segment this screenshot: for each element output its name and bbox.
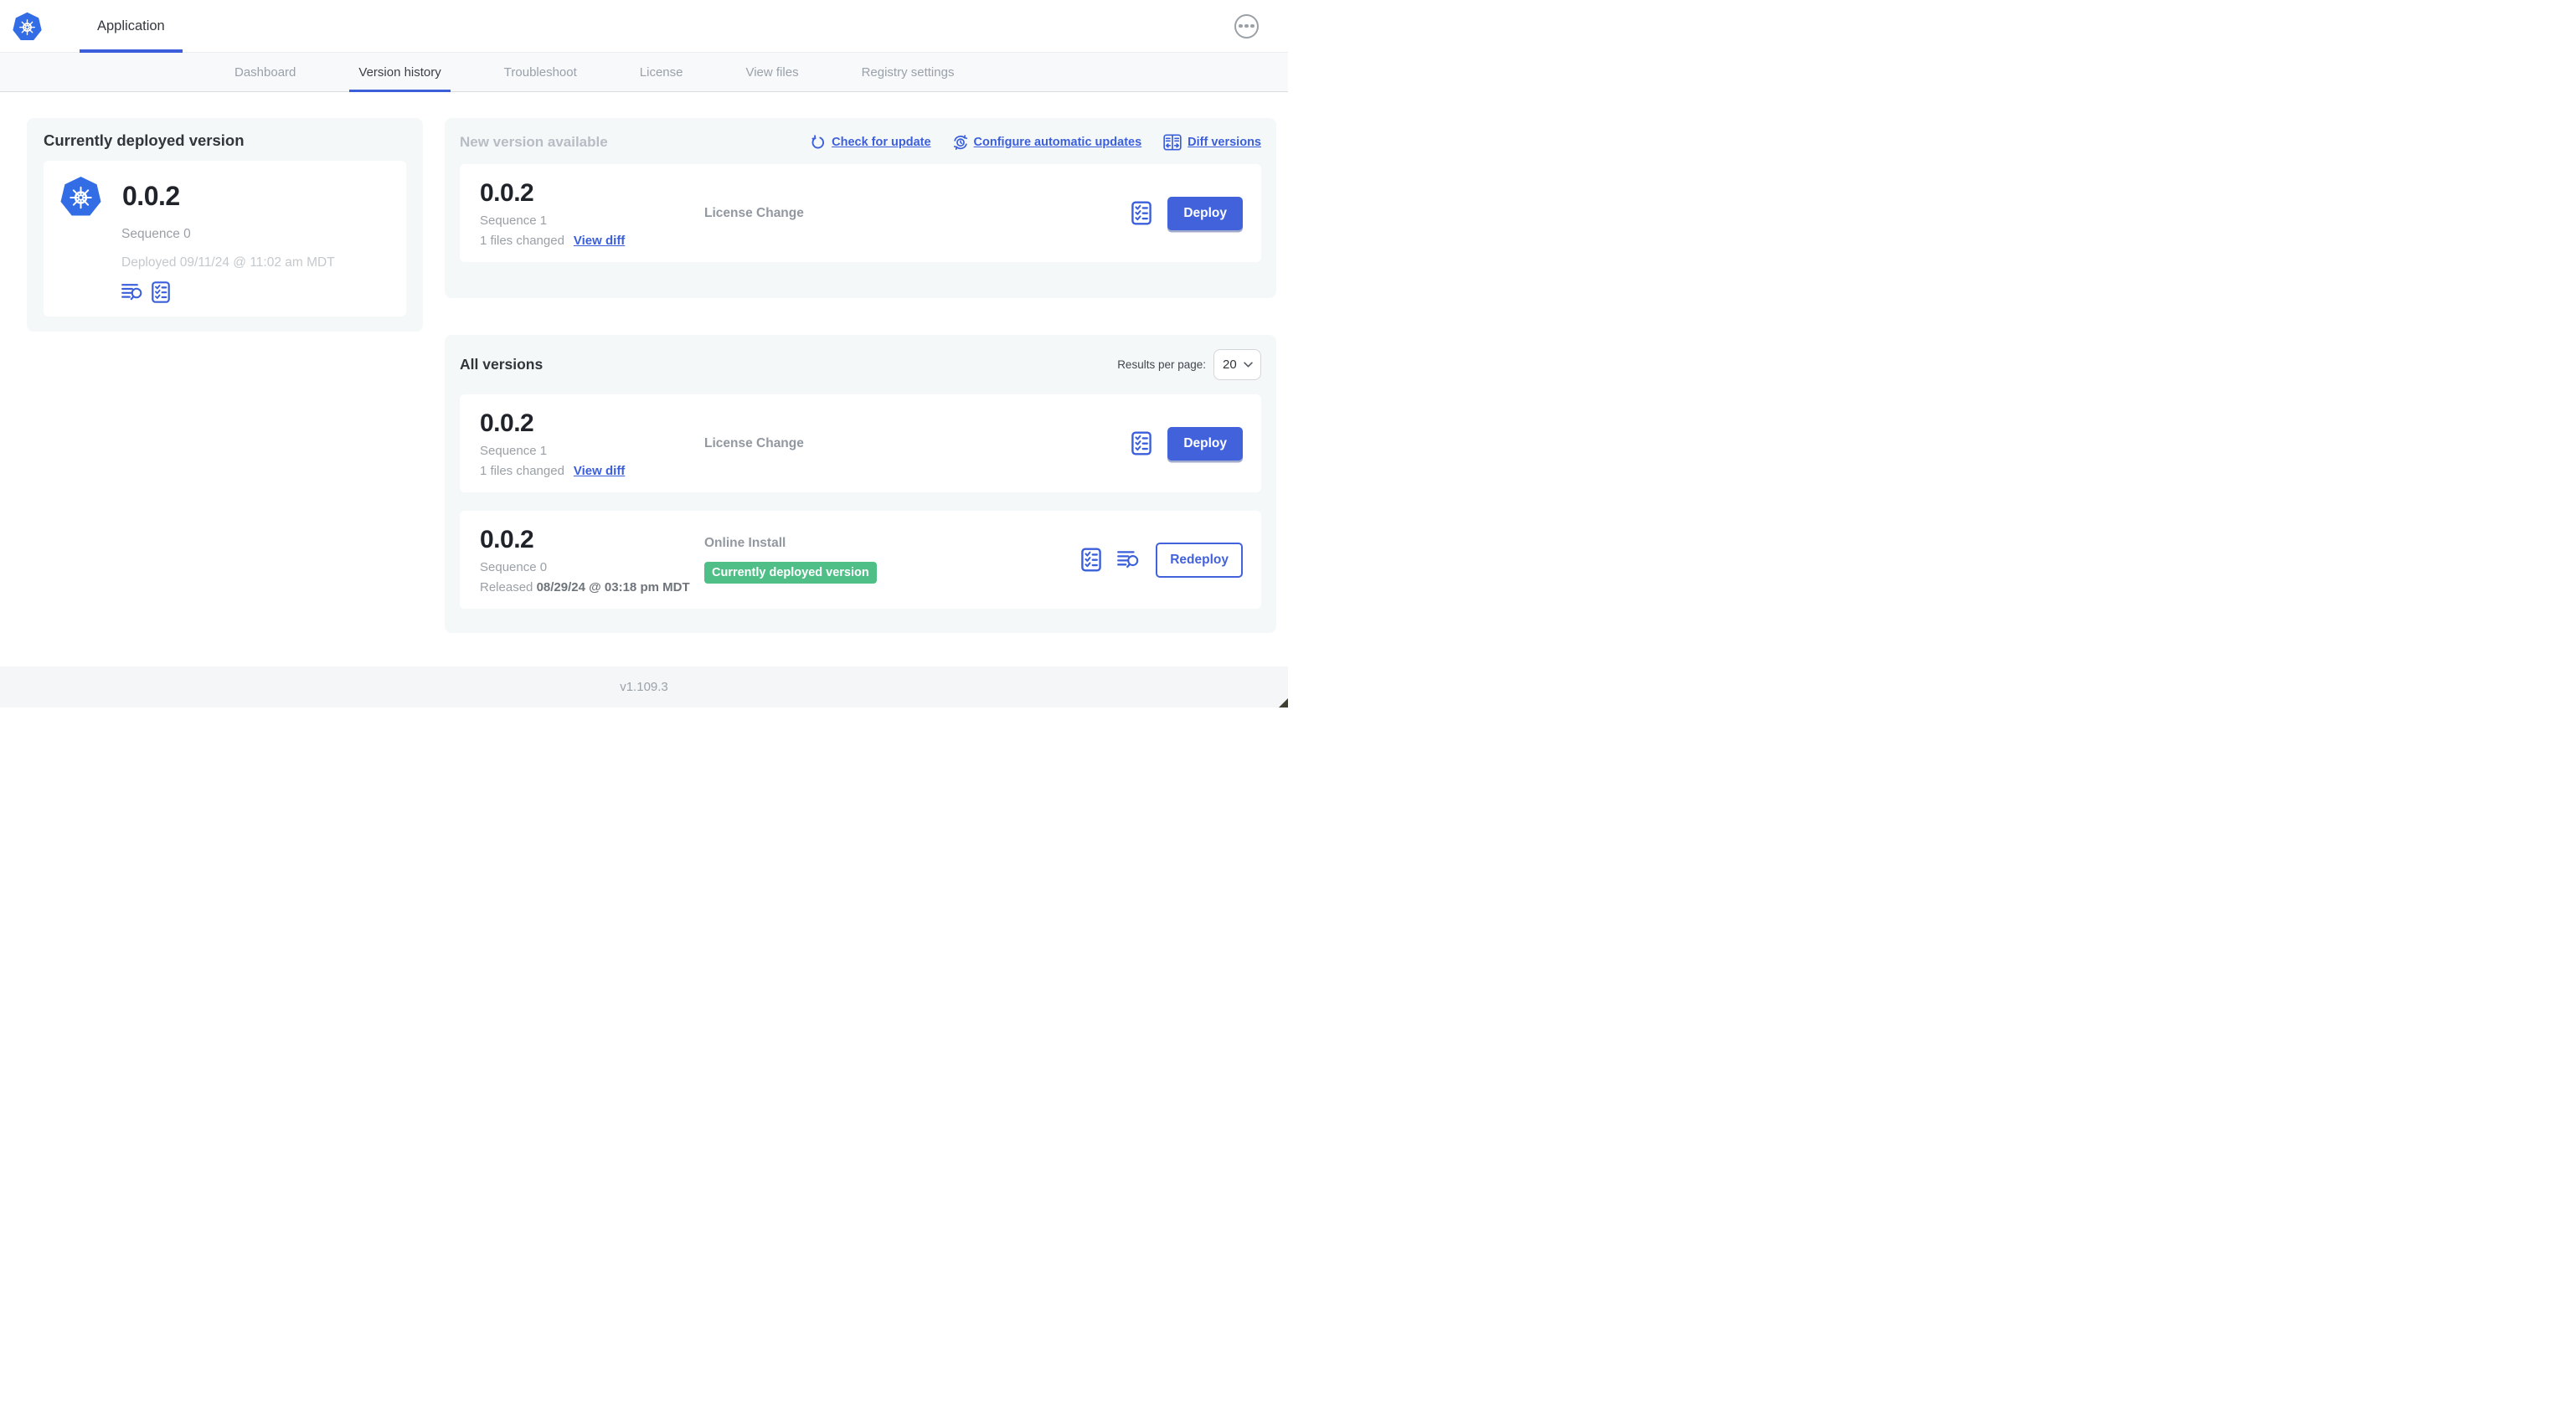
currently-deployed-title: Currently deployed version [44, 131, 245, 149]
view-diff-link[interactable]: View diff [574, 234, 625, 248]
logs-icon [121, 284, 142, 301]
all-versions-title: All versions [460, 355, 544, 373]
app-sub-nav: Dashboard Version history Troubleshoot L… [0, 53, 1288, 92]
version-history-page: Currently deployed version 0.0.2 Sequenc… [0, 92, 1288, 633]
version-source-label: License Change [704, 435, 804, 450]
version-number: 0.0.2 [480, 178, 534, 207]
redeploy-button[interactable]: Redeploy [1156, 542, 1243, 578]
diff-icon [1163, 134, 1182, 151]
view-logs-button[interactable] [121, 282, 143, 302]
chevron-down-icon [1244, 361, 1253, 368]
logs-icon [1117, 551, 1139, 569]
tab-view-files[interactable]: View files [745, 53, 798, 91]
checklist-icon [1081, 548, 1102, 572]
overflow-menu-button[interactable] [1234, 13, 1259, 39]
console-version: v1.109.3 [620, 680, 668, 694]
view-logs-button[interactable] [1117, 549, 1140, 570]
top-header: Application [0, 0, 1288, 53]
version-source-label: Online Install [704, 536, 786, 550]
version-row: 0.0.2 Sequence 1 1 files changed View di… [460, 394, 1261, 492]
results-per-page-select[interactable]: 20 [1213, 348, 1261, 380]
deploy-button[interactable]: Deploy [1167, 196, 1243, 230]
check-for-update-link[interactable]: Check for update [811, 135, 931, 150]
currently-deployed-panel: Currently deployed version 0.0.2 Sequenc… [27, 118, 423, 332]
version-source-label: License Change [704, 205, 804, 220]
results-per-page-label: Results per page: [1117, 358, 1206, 371]
deployed-sequence: Sequence 0 [121, 227, 191, 241]
kubernetes-logo-icon [13, 12, 42, 40]
preflight-checks-button[interactable] [1081, 548, 1102, 572]
checklist-icon [1131, 431, 1152, 455]
preflight-checks-button[interactable] [1131, 431, 1152, 455]
version-sequence: Sequence 1 [480, 213, 548, 228]
all-versions-panel: All versions Results per page: 20 0.0.2 … [445, 335, 1276, 633]
version-row: 0.0.2 Sequence 0 Released 08/29/24 @ 03:… [460, 511, 1261, 609]
app-footer: v1.109.3 [0, 666, 1288, 708]
checklist-icon [152, 281, 170, 303]
app-logo [13, 0, 42, 52]
currently-deployed-badge: Currently deployed version [704, 562, 877, 584]
version-sequence: Sequence 0 [480, 559, 548, 574]
kubernetes-app-icon [60, 176, 101, 216]
deployed-version-number: 0.0.2 [122, 181, 180, 211]
configure-automatic-updates-link[interactable]: Configure automatic updates [953, 135, 1141, 150]
preflight-checks-button[interactable] [152, 281, 170, 303]
diff-versions-link[interactable]: Diff versions [1163, 134, 1261, 151]
version-number: 0.0.2 [480, 525, 534, 553]
deployed-timestamp: Deployed 09/11/24 @ 11:02 am MDT [121, 255, 335, 270]
tab-registry-settings[interactable]: Registry settings [862, 53, 955, 91]
tab-dashboard[interactable]: Dashboard [234, 53, 296, 91]
clock-refresh-icon [953, 135, 967, 150]
version-sequence: Sequence 1 [480, 443, 548, 458]
tab-version-history[interactable]: Version history [349, 53, 451, 92]
view-diff-link[interactable]: View diff [574, 464, 625, 478]
app-tab-application[interactable]: Application [80, 0, 183, 53]
version-released-timestamp: Released 08/29/24 @ 03:18 pm MDT [480, 579, 690, 594]
refresh-icon [811, 135, 825, 149]
preflight-checks-button[interactable] [1131, 201, 1152, 225]
tab-troubleshoot[interactable]: Troubleshoot [504, 53, 577, 91]
new-version-card: 0.0.2 Sequence 1 1 files changed View di… [460, 164, 1261, 262]
ellipsis-icon [1239, 23, 1243, 28]
version-number: 0.0.2 [480, 409, 534, 437]
checklist-icon [1131, 201, 1152, 225]
header-spacer [183, 0, 1234, 52]
files-changed-label: 1 files changed [480, 233, 564, 248]
files-changed-label: 1 files changed [480, 463, 564, 478]
currently-deployed-card: 0.0.2 Sequence 0 Deployed 09/11/24 @ 11:… [44, 161, 406, 316]
new-version-title: New version available [460, 134, 608, 150]
tab-license[interactable]: License [640, 53, 683, 91]
deploy-button[interactable]: Deploy [1167, 426, 1243, 461]
new-version-panel: New version available Check for update C… [445, 118, 1276, 298]
